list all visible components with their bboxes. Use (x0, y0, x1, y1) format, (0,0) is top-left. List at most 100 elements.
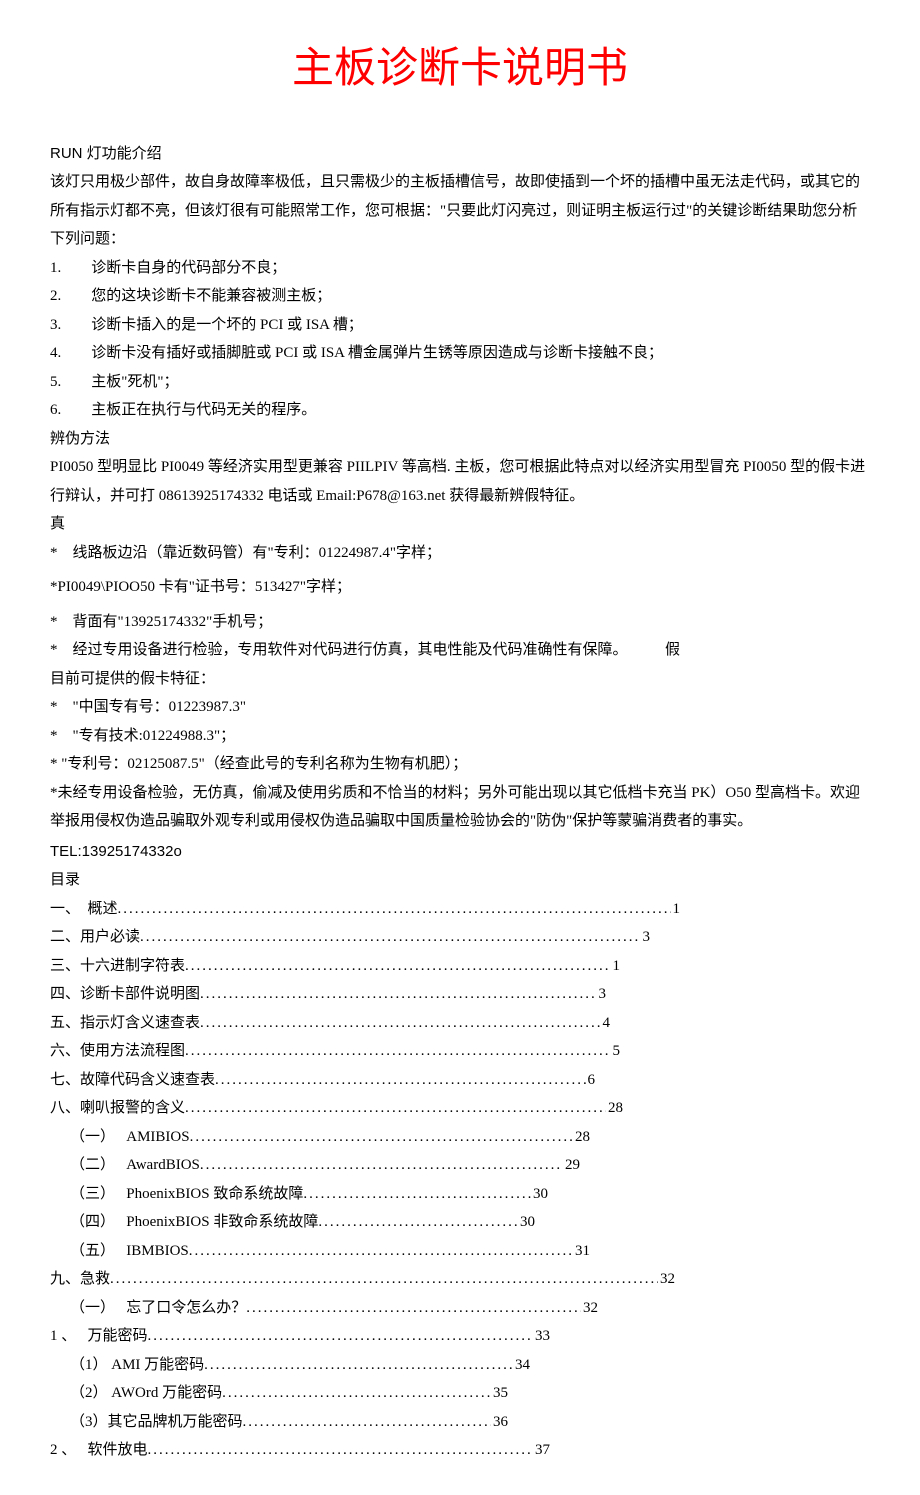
true-item: *PI0049\PIOO50 卡有"证书号：513427"字样； (50, 573, 870, 602)
toc-dots (185, 1094, 606, 1123)
toc-entry: 2 、 软件放电 37 (50, 1436, 550, 1465)
toc-label: 四、诊断卡部件说明图 (50, 980, 200, 1009)
toc-entry: （2） AWOrd 万能密码 35 (50, 1379, 508, 1408)
section-fake-body: PI0050 型明显比 PI0049 等经济实用型更兼容 PIILPIV 等高档… (50, 453, 870, 510)
toc-label: 1 、 万能密码 (50, 1322, 148, 1351)
toc-dots (118, 895, 671, 924)
false-item: * "专有技术:01224988.3"； (50, 722, 870, 751)
section-run-body: 该灯只用极少部件，故自身故障率极低，且只需极少的主板插槽信号，故即使插到一个坏的… (50, 168, 870, 254)
section-run-head: RUN 灯功能介绍 (50, 140, 870, 169)
toc-entry: 六、使用方法流程图 5 (50, 1037, 620, 1066)
toc-page-number: 3 (597, 980, 607, 1009)
toc-dots (200, 1009, 600, 1038)
toc-page-number: 36 (491, 1408, 508, 1437)
false-item: * "专利号：02125087.5"（经查此号的专利名称为生物有机肥）； (50, 750, 870, 779)
toc-page-number: 31 (573, 1237, 590, 1266)
toc-entry: 九、急救 32 (50, 1265, 675, 1294)
numbered-item: 3. 诊断卡插入的是一个坏的 PCI 或 ISA 槽； (50, 311, 870, 340)
toc-page-number: 32 (658, 1265, 675, 1294)
toc-dots (215, 1066, 585, 1095)
toc-page-number: 28 (573, 1123, 590, 1152)
toc-entry: 1 、 万能密码 33 (50, 1322, 550, 1351)
toc-page-number: 32 (581, 1294, 598, 1323)
toc-label: 三、十六进制字符表 (50, 952, 185, 981)
true-item: * 经过专用设备进行检验，专用软件对代码进行仿真，其电性能及代码准确性有保障。 … (50, 636, 870, 665)
toc-dots (140, 923, 640, 952)
toc-dots (204, 1351, 513, 1380)
toc-entry: （一） 忘了口令怎么办？ 32 (50, 1294, 598, 1323)
toc-entry: （五） IBMBIOS 31 (50, 1237, 590, 1266)
toc-label: 2 、 软件放电 (50, 1436, 148, 1465)
toc-label: （1） AMI 万能密码 (70, 1351, 204, 1380)
numbered-item: 6. 主板正在执行与代码无关的程序。 (50, 396, 870, 425)
toc-entry: （一） AMIBIOS 28 (50, 1123, 590, 1152)
numbered-item: 5. 主板"死机"； (50, 368, 870, 397)
toc-label: 六、使用方法流程图 (50, 1037, 185, 1066)
toc-label: 二、用户必读 (50, 923, 140, 952)
toc-page-number: 28 (606, 1094, 623, 1123)
true-item: * 背面有"13925174332"手机号； (50, 608, 870, 637)
toc-dots (303, 1180, 531, 1209)
toc-dots (189, 1237, 573, 1266)
toc-entry: 四、诊断卡部件说明图 3 (50, 980, 606, 1009)
toc-label: （2） AWOrd 万能密码 (70, 1379, 222, 1408)
toc-dots (148, 1436, 533, 1465)
document-title: 主板诊断卡说明书 (50, 30, 870, 110)
toc-page-number: 1 (611, 952, 621, 981)
toc-dots (190, 1123, 573, 1152)
numbered-item: 4. 诊断卡没有插好或插脚脏或 PCI 或 ISA 槽金属弹片生锈等原因造成与诊… (50, 339, 870, 368)
toc-entry: 三、十六进制字符表 1 (50, 952, 620, 981)
section-fake-head: 辨伪方法 (50, 425, 870, 454)
toc-label: 八、喇叭报警的含义 (50, 1094, 185, 1123)
toc-label: 五、指示灯含义速查表 (50, 1009, 200, 1038)
toc-dots (200, 1151, 563, 1180)
tel-line: TEL:13925174332o (50, 838, 870, 867)
toc-entry: （二） AwardBIOS 29 (50, 1151, 580, 1180)
false-item: * "中国专有号：01223987.3" (50, 693, 870, 722)
false-item: *未经专用设备检验，无仿真，偷减及使用劣质和不恰当的材料；另外可能出现以其它低档… (50, 779, 870, 836)
toc-page-number: 4 (601, 1009, 611, 1038)
toc-label: 一、 概述 (50, 895, 118, 924)
toc-page-number: 34 (513, 1351, 530, 1380)
toc-dots (148, 1322, 533, 1351)
toc-entry: 一、 概述 1 (50, 895, 680, 924)
toc-dots (318, 1208, 518, 1237)
toc-page-number: 35 (491, 1379, 508, 1408)
toc-dots (185, 952, 610, 981)
toc-dots (200, 980, 596, 1009)
toc-head: 目录 (50, 866, 870, 895)
toc-label: （一） AMIBIOS (70, 1123, 190, 1152)
toc-dots (243, 1408, 491, 1437)
false-body: 目前可提供的假卡特征： (50, 665, 870, 694)
toc-entry: 二、用户必读 3 (50, 923, 650, 952)
toc-label: （五） IBMBIOS (70, 1237, 189, 1266)
toc-entry: （四） PhoenixBIOS 非致命系统故障 30 (50, 1208, 535, 1237)
toc-label: 七、故障代码含义速查表 (50, 1066, 215, 1095)
toc-dots (222, 1379, 491, 1408)
toc-page-number: 6 (586, 1066, 596, 1095)
toc-label: （一） 忘了口令怎么办？ (70, 1294, 246, 1323)
toc-label: （3）其它品牌机万能密码 (70, 1408, 243, 1437)
toc-label: （二） AwardBIOS (70, 1151, 200, 1180)
toc-page-number: 33 (533, 1322, 550, 1351)
toc-page-number: 30 (531, 1180, 548, 1209)
toc-page-number: 30 (518, 1208, 535, 1237)
toc-dots (185, 1037, 610, 1066)
toc-page-number: 37 (533, 1436, 550, 1465)
toc-dots (110, 1265, 658, 1294)
toc-page-number: 1 (671, 895, 681, 924)
numbered-item: 2. 您的这块诊断卡不能兼容被测主板； (50, 282, 870, 311)
toc-label: （四） PhoenixBIOS 非致命系统故障 (70, 1208, 318, 1237)
toc-entry: （三） PhoenixBIOS 致命系统故障 30 (50, 1180, 548, 1209)
toc-page-number: 29 (563, 1151, 580, 1180)
true-item: * 线路板边沿（靠近数码管）有"专利：01224987.4"字样； (50, 539, 870, 568)
toc-entry: （1） AMI 万能密码 34 (50, 1351, 530, 1380)
toc-entry: （3）其它品牌机万能密码 36 (50, 1408, 508, 1437)
toc-label: 九、急救 (50, 1265, 110, 1294)
toc-page-number: 3 (641, 923, 651, 952)
toc-page-number: 5 (611, 1037, 621, 1066)
true-label: 真 (50, 510, 870, 539)
toc-entry: 五、指示灯含义速查表 4 (50, 1009, 610, 1038)
toc-dots (246, 1294, 581, 1323)
numbered-item: 1. 诊断卡自身的代码部分不良； (50, 254, 870, 283)
